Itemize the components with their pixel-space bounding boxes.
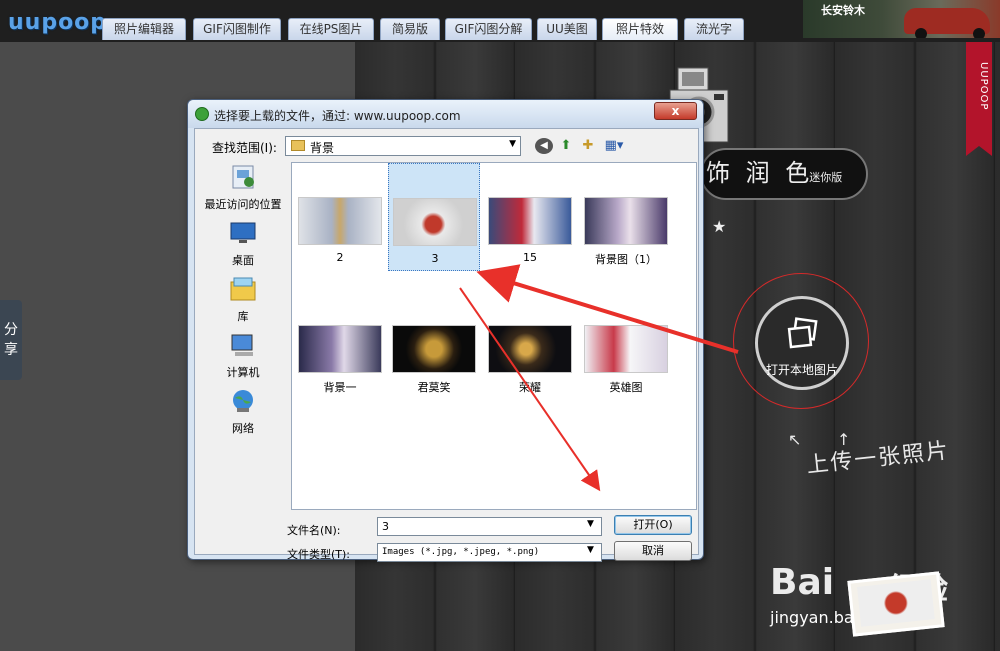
- baidu-logo: Bai: [770, 562, 835, 603]
- file-list[interactable]: 2 3 15 背景图（1） 背景一 君莫笑 荣耀 英雄图: [291, 162, 697, 510]
- file-item[interactable]: 2: [294, 163, 386, 271]
- photo-stack-icon: [787, 317, 818, 349]
- mini-retouch-title: 饰 润 色迷你版 ★: [700, 148, 868, 236]
- share-label: 分享: [4, 322, 18, 358]
- new-folder-icon[interactable]: ✚: [579, 138, 597, 154]
- nav-tab-uu-meitu[interactable]: UU美图: [537, 18, 597, 40]
- nav-tab-flowing-text[interactable]: 流光字: [684, 18, 744, 40]
- close-button[interactable]: x: [654, 102, 697, 120]
- libraries-icon: [230, 277, 256, 301]
- file-thumbnail: [488, 325, 572, 373]
- top-advertisement[interactable]: 长安铃木: [803, 0, 1000, 38]
- computer-icon: [231, 334, 253, 356]
- file-item[interactable]: 君莫笑: [388, 291, 480, 399]
- globe-icon: [195, 107, 209, 121]
- place-computer[interactable]: 计算机: [201, 332, 285, 380]
- car-wheel: [973, 28, 985, 38]
- place-libraries[interactable]: 库: [201, 276, 285, 324]
- title-text: 饰 润 色: [706, 159, 814, 187]
- top-navigation-bar: uupoop 照片编辑器 GIF闪图制作 在线PS图片 简易版 GIF闪图分解 …: [0, 0, 1000, 42]
- file-name: 君莫笑: [417, 381, 451, 394]
- uupoop-ribbon[interactable]: UUPOOP: [966, 42, 992, 146]
- file-name: 2: [336, 251, 344, 264]
- file-item[interactable]: 荣耀: [484, 291, 576, 399]
- file-name: 3: [431, 252, 439, 265]
- file-name: 背景图（1）: [595, 253, 657, 266]
- file-name: 荣耀: [519, 381, 541, 394]
- star-icon: ★: [712, 217, 731, 236]
- nav-tab-photo-editor[interactable]: 照片编辑器: [102, 18, 186, 40]
- file-upload-dialog: 选择要上载的文件，通过: www.uupoop.com x 查找范围(I): 背…: [187, 99, 704, 562]
- folder-icon: [291, 140, 305, 151]
- file-name: 背景一: [323, 381, 357, 394]
- file-thumbnail: [392, 325, 476, 373]
- place-label: 桌面: [232, 254, 254, 267]
- place-label: 库: [237, 310, 249, 323]
- recent-places-icon: [232, 165, 254, 189]
- file-thumbnail: [298, 325, 382, 373]
- nav-tab-photo-effects[interactable]: 照片特效: [602, 18, 678, 40]
- file-thumbnail: [298, 197, 382, 245]
- place-label: 计算机: [226, 366, 260, 379]
- share-button[interactable]: 分享: [0, 300, 22, 380]
- nav-tab-gif-maker[interactable]: GIF闪图制作: [193, 18, 281, 40]
- file-name: 15: [523, 251, 537, 264]
- file-item[interactable]: 背景图（1）: [580, 163, 672, 271]
- file-name: 英雄图: [609, 381, 643, 394]
- place-network[interactable]: 网络: [201, 388, 285, 436]
- place-desktop[interactable]: 桌面: [201, 220, 285, 268]
- preview-stamp-image: [847, 571, 945, 637]
- place-recent[interactable]: 最近访问的位置: [201, 164, 285, 212]
- file-name-label: 文件名(N):: [287, 524, 341, 537]
- file-item[interactable]: 英雄图: [580, 291, 672, 399]
- desktop-icon: [230, 222, 256, 243]
- open-local-image-label: 打开本地图片: [765, 363, 838, 377]
- file-item[interactable]: 15: [484, 163, 576, 271]
- dropdown-arrow-icon: ▼: [509, 139, 516, 149]
- views-menu-icon[interactable]: ▦▾: [601, 138, 627, 154]
- file-thumbnail: [393, 198, 477, 246]
- file-type-dropdown[interactable]: Images (*.jpg, *.jpeg, *.png): [377, 543, 602, 562]
- open-local-image-button[interactable]: 打开本地图片: [755, 296, 849, 390]
- file-item-selected[interactable]: 3: [388, 163, 480, 271]
- file-item[interactable]: 背景一: [294, 291, 386, 399]
- file-thumbnail: [488, 197, 572, 245]
- dialog-body: 查找范围(I): 背景 ▼ ◀ ⬆ ✚ ▦▾ 最近访问的位置 桌面 库 计算机 …: [194, 128, 699, 562]
- places-bar: 最近访问的位置 桌面 库 计算机 网络: [201, 162, 285, 512]
- file-thumbnail: [584, 197, 668, 245]
- look-in-label: 查找范围(I):: [212, 141, 277, 155]
- back-icon[interactable]: ◀: [535, 138, 553, 154]
- up-folder-icon[interactable]: ⬆: [557, 138, 575, 154]
- cancel-button[interactable]: 取消: [614, 541, 692, 561]
- file-thumbnail: [584, 325, 668, 373]
- ribbon-text: UUPOOP: [978, 62, 989, 111]
- file-name-input[interactable]: 3: [377, 517, 602, 536]
- uupoop-logo[interactable]: uupoop: [8, 10, 107, 35]
- nav-tab-online-ps[interactable]: 在线PS图片: [288, 18, 374, 40]
- title-mini-label: 迷你版: [809, 171, 843, 184]
- dropdown-arrow-icon[interactable]: ▼: [587, 519, 594, 529]
- dropdown-arrow-icon[interactable]: ▼: [587, 545, 594, 555]
- nav-tab-simple[interactable]: 简易版: [380, 18, 440, 40]
- dialog-titlebar[interactable]: 选择要上载的文件，通过: www.uupoop.com x: [188, 100, 703, 128]
- car-wheel: [915, 28, 927, 38]
- file-type-label: 文件类型(T):: [287, 548, 351, 561]
- dialog-title: 选择要上载的文件，通过: www.uupoop.com: [214, 109, 461, 123]
- ribbon-tail: [966, 146, 992, 156]
- open-button[interactable]: 打开(O): [614, 515, 692, 535]
- look-in-dropdown[interactable]: 背景 ▼: [285, 136, 521, 156]
- ad-text: 长安铃木: [821, 4, 865, 17]
- nav-tab-gif-split[interactable]: GIF闪图分解: [445, 18, 532, 40]
- network-icon: [233, 390, 253, 412]
- look-in-value: 背景: [310, 141, 335, 155]
- stamp-thumbnail: [857, 579, 935, 627]
- place-label: 网络: [232, 422, 254, 435]
- place-label: 最近访问的位置: [204, 198, 282, 211]
